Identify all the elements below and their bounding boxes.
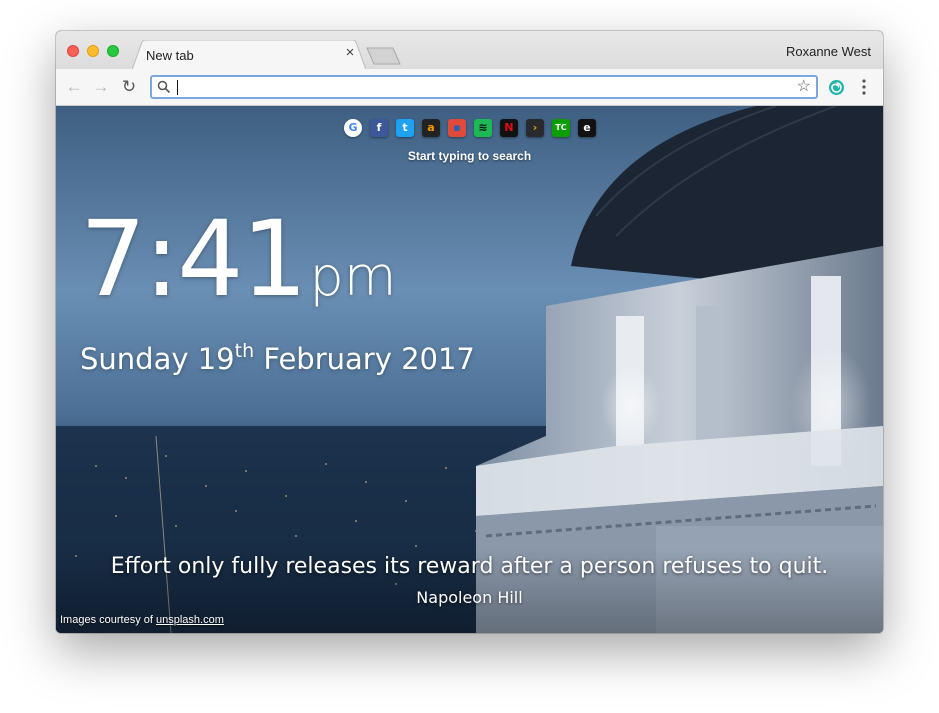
new-tab-button[interactable]: [366, 47, 402, 65]
back-arrow-icon[interactable]: ←: [65, 78, 83, 96]
spotify-shortcut-icon[interactable]: ≋: [474, 119, 492, 137]
tab-close-icon[interactable]: ×: [342, 45, 358, 61]
address-input[interactable]: [174, 78, 774, 96]
quote-text: Effort only fully releases its reward af…: [110, 554, 829, 579]
plex-shortcut-icon[interactable]: ›: [526, 119, 544, 137]
tab-title: New tab: [146, 48, 194, 63]
extension-spiral-icon[interactable]: [828, 79, 845, 96]
amazon-shortcut-icon[interactable]: a: [422, 119, 440, 137]
shopping-shortcut-icon[interactable]: ▪: [448, 119, 466, 137]
clock: 7:41pm: [80, 204, 396, 314]
forward-arrow-icon[interactable]: →: [92, 78, 110, 96]
menu-dots-icon[interactable]: [860, 78, 868, 96]
minimize-window-button[interactable]: [87, 45, 99, 57]
text-caret: [177, 80, 178, 95]
tab-strip: New tab × Roxanne West: [56, 31, 883, 70]
browser-toolbar: ← → ↻ ☆: [56, 69, 883, 106]
address-bar[interactable]: ☆: [150, 75, 818, 99]
date-day-suffix: th: [234, 340, 255, 362]
zoom-window-button[interactable]: [107, 45, 119, 57]
bookmark-star-icon[interactable]: ☆: [797, 78, 811, 96]
unsplash-link[interactable]: unsplash.com: [156, 614, 224, 626]
reload-icon[interactable]: ↻: [120, 78, 138, 96]
google-shortcut-icon[interactable]: G: [344, 119, 362, 137]
engadget-shortcut-icon[interactable]: e: [578, 119, 596, 137]
new-tab-page: Gf t a ▪ ≋ N › TC e Start typing to search 7:41p…: [56, 106, 883, 633]
facebook-shortcut-icon[interactable]: f: [370, 119, 388, 137]
image-credit: Images courtesy of unsplash.com: [60, 614, 224, 626]
twitter-shortcut-icon[interactable]: t: [396, 119, 414, 137]
search-icon: [157, 80, 171, 94]
search-hint: Start typing to search: [407, 149, 532, 163]
netflix-shortcut-icon[interactable]: N: [500, 119, 518, 137]
techcrunch-shortcut-icon[interactable]: TC: [552, 119, 570, 137]
shortcut-bar: Gf t a ▪ ≋ N › TC e: [344, 119, 596, 137]
clock-time: 7:41: [80, 198, 308, 320]
profile-name[interactable]: Roxanne West: [786, 44, 871, 59]
date-line: Sunday 19th February 2017: [80, 340, 475, 376]
date-month-year: February 2017: [263, 342, 475, 376]
credit-prefix: Images courtesy of: [60, 614, 153, 626]
date-day-name: Sunday: [80, 342, 189, 376]
browser-window: New tab × Roxanne West ← → ↻ ☆ G f t a ▪…: [56, 31, 883, 633]
close-window-button[interactable]: [67, 45, 79, 57]
tab-new-tab[interactable]: New tab ×: [132, 40, 366, 70]
date-day-number: 19: [197, 342, 235, 376]
quote-author: Napoleon Hill: [416, 588, 523, 607]
clock-ampm: pm: [309, 245, 397, 308]
